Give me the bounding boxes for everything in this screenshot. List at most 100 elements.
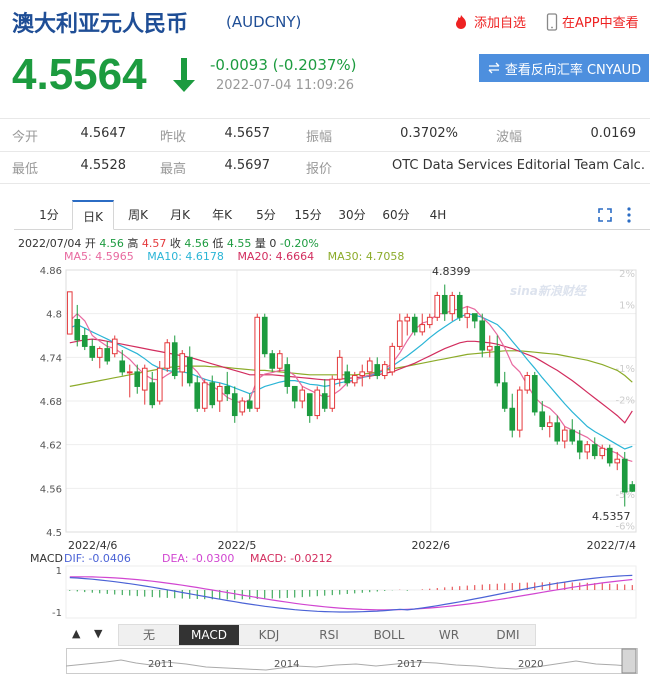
info-high: 4.57 <box>141 237 167 250</box>
candle-body <box>156 367 163 402</box>
candle-body <box>186 356 193 384</box>
nav-arrows: ▲ ▼ <box>66 624 116 646</box>
candle-body <box>614 458 621 464</box>
stat-value-amplitude: 0.3702% <box>400 126 458 141</box>
candle-body <box>239 400 246 413</box>
currency-code: (AUDCNY) <box>226 13 302 31</box>
stat-value-open: 4.5647 <box>80 126 127 141</box>
x-tick-label: 2022/6 <box>411 539 450 552</box>
stat-value-prev-close: 4.5657 <box>224 126 271 141</box>
overview-navigator[interactable]: 2011 2014 2017 2020 <box>66 648 638 674</box>
candle-body <box>524 375 531 391</box>
down-arrow-icon <box>173 58 195 92</box>
candle-body <box>584 444 591 453</box>
candlestick-chart[interactable]: sina新浪财经 4.86 4.8 4.74 4.68 4.62 4.56 4.5 2% 1%… <box>0 262 650 552</box>
candle-body <box>74 318 81 341</box>
info-open-label: 开 <box>84 237 96 250</box>
candle-body <box>374 364 381 377</box>
candle-body <box>299 389 306 402</box>
candle-body <box>254 316 261 409</box>
tab-rsi[interactable]: RSI <box>299 625 359 645</box>
tab-1min[interactable]: 1分 <box>26 200 72 230</box>
candle-body <box>231 393 238 417</box>
prev-arrow-icon[interactable]: ▲ <box>72 627 80 640</box>
macd-tick: 1 <box>56 566 62 577</box>
candle-body <box>81 335 88 347</box>
tab-boll[interactable]: BOLL <box>359 625 419 645</box>
y-tick-label: 4.5 <box>46 528 62 539</box>
tab-kdj[interactable]: KDJ <box>239 625 299 645</box>
candle-body <box>201 382 208 409</box>
candle-body <box>336 356 343 380</box>
candle-body <box>351 375 358 384</box>
add-watchlist-button[interactable]: 添加自选 <box>452 12 526 31</box>
tab-4h[interactable]: 4H <box>420 200 456 230</box>
quote-row: 4.5564 -0.0093 (-0.2037%) 2022-07-04 11:… <box>0 44 650 110</box>
candle-body <box>306 393 313 417</box>
candle-body <box>426 316 433 326</box>
overview-year-label: 2020 <box>518 659 543 670</box>
macd-tick: -1 <box>52 608 62 619</box>
info-high-label: 高 <box>127 237 139 250</box>
tab-macd[interactable]: MACD <box>179 625 239 645</box>
candle-body <box>389 345 396 373</box>
info-pct: -0.20% <box>279 237 319 250</box>
more-options-icon[interactable] <box>626 206 632 224</box>
candle-body <box>269 353 276 369</box>
tab-weekly[interactable]: 周K <box>118 200 158 230</box>
candle-body <box>321 393 328 409</box>
tab-monthly[interactable]: 月K <box>160 200 200 230</box>
candle-body <box>554 422 561 442</box>
overview-selection <box>621 648 637 674</box>
divider <box>0 151 650 152</box>
candle-body <box>359 371 366 377</box>
macd-border <box>65 565 637 619</box>
reverse-rate-button[interactable]: 查看反向汇率 CNYAUD <box>479 54 649 82</box>
candle-body <box>261 316 268 355</box>
next-arrow-icon[interactable]: ▼ <box>94 627 102 640</box>
info-close: 4.56 <box>184 237 209 250</box>
candle-body <box>516 389 523 431</box>
candle-body <box>621 458 628 493</box>
price-change: -0.0093 (-0.2037%) <box>210 56 357 74</box>
stat-label-quote-source: 报价 <box>306 162 333 177</box>
candle-body <box>284 364 291 387</box>
min-annotation: 4.5357 <box>592 510 631 523</box>
tab-60min[interactable]: 60分 <box>376 200 416 230</box>
candle-body <box>126 371 133 374</box>
candle-body <box>396 320 403 347</box>
candle-body <box>599 447 606 457</box>
info-low-label: 低 <box>212 237 224 250</box>
candle-body <box>449 294 456 315</box>
pct-tick-label: 2% <box>619 269 635 280</box>
candles <box>66 284 636 507</box>
tab-yearly[interactable]: 年K <box>202 200 242 230</box>
header: 澳大利亚元人民币 (AUDCNY) 添加自选 在APP中查看 <box>0 0 650 44</box>
tab-daily[interactable]: 日K <box>72 200 114 230</box>
y-axis-labels: 4.86 4.8 4.74 4.68 4.62 4.56 4.5 <box>40 266 62 539</box>
tab-wr[interactable]: WR <box>419 625 479 645</box>
candle-body <box>329 378 336 409</box>
candle-body <box>404 316 411 322</box>
info-open: 4.56 <box>99 237 124 250</box>
candle-body <box>494 345 501 384</box>
max-annotation: 4.8399 <box>432 265 471 278</box>
candle-body <box>141 367 148 391</box>
overview-year-label: 2014 <box>274 659 299 670</box>
period-tabs: 1分 日K 周K 月K 年K 5分 15分 30分 60分 4H <box>14 200 650 230</box>
tab-dmi[interactable]: DMI <box>479 625 537 645</box>
pct-tick-label: 1% <box>619 301 635 312</box>
info-vol-label: 量 <box>254 237 266 250</box>
info-date: 2022/07/04 <box>18 237 82 250</box>
app-view-button[interactable]: 在APP中查看 <box>546 12 639 31</box>
tab-5min[interactable]: 5分 <box>246 200 286 230</box>
candle-body <box>479 320 486 351</box>
stat-label-open: 今开 <box>12 130 39 145</box>
x-tick-label: 2022/7/4 <box>587 539 636 552</box>
fullscreen-icon[interactable] <box>598 208 612 222</box>
candle-body <box>149 382 156 406</box>
tab-30min[interactable]: 30分 <box>332 200 372 230</box>
tab-none[interactable]: 无 <box>119 625 179 645</box>
tab-15min[interactable]: 15分 <box>288 200 328 230</box>
candle-body <box>464 313 471 318</box>
